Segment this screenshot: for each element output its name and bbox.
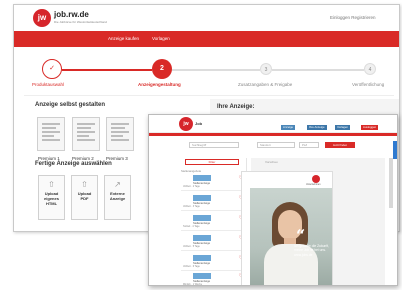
list-item[interactable]: Stellenanzeige Vollzeit · 2 Tage ♡ xyxy=(181,173,245,191)
brand-tagline: Die Jobbörse für Westmitteldeutschland xyxy=(54,20,107,24)
job-thumb xyxy=(193,235,211,241)
step-1-label: Produktauswahl xyxy=(32,82,65,87)
location-input[interactable]: Standort xyxy=(257,142,295,148)
accent-bar xyxy=(149,133,397,136)
quote-mark-icon: “ xyxy=(296,226,306,245)
company-logo-icon xyxy=(312,175,320,183)
upload-pdf-button[interactable]: ⇧ Upload PDF xyxy=(71,175,98,220)
brand-name: job.rw.de xyxy=(54,10,89,19)
side-tab[interactable] xyxy=(393,141,397,159)
job-ad-preview[interactable]: Unternehmen “ Ich gestalte die Zukunft, … xyxy=(241,171,333,285)
scrollbar[interactable] xyxy=(389,158,393,208)
top-nav-templates[interactable]: Vorlagen xyxy=(335,125,351,130)
step-3-indicator[interactable]: 3 xyxy=(260,63,272,75)
brand-logo-icon[interactable]: jw xyxy=(33,9,51,27)
step-3-label: Zusatzangaben & Freigabe xyxy=(238,82,293,87)
divider xyxy=(24,95,394,96)
upload-html-button[interactable]: ⇧ Upload eigenes HTML xyxy=(38,175,65,220)
nav-buy-ad[interactable]: Anzeige kaufen xyxy=(108,36,139,41)
list-item[interactable]: Stellenanzeige Teilzeit · 4 Tage ♡ xyxy=(181,213,245,231)
job-thumb xyxy=(193,273,211,279)
filter-button[interactable]: Filter xyxy=(185,159,239,165)
step-2-indicator[interactable]: 2 xyxy=(152,59,172,79)
company-name: Unternehmen xyxy=(306,183,321,186)
top-nav-your-ad[interactable]: Ihre Anzeige xyxy=(307,125,327,130)
ad-slogan: Ich gestalte die Zukunft, meine Job ist … xyxy=(294,244,330,257)
template-premium-3-thumb[interactable] xyxy=(106,117,134,151)
nav-templates[interactable]: Vorlagen xyxy=(152,36,170,41)
job-thumb xyxy=(193,195,211,201)
upload-icon: ⇧ xyxy=(81,180,88,189)
step-connector xyxy=(272,69,364,71)
screenshot-canvas: jw job.rw.de Die Jobbörse für Westmittel… xyxy=(0,0,402,290)
login-links[interactable]: Einloggen Registrieren xyxy=(330,15,376,20)
site-header: jw Job Anzeige Ihre Anzeige Vorlagen Aus… xyxy=(149,115,397,133)
main-nav-bar: Anzeige kaufen Vorlagen xyxy=(14,31,399,47)
brand-logo-icon[interactable]: jw xyxy=(179,117,193,131)
list-item[interactable]: Stellenanzeige Minijob · 1 Woche ♡ xyxy=(181,271,245,285)
template-premium-2-thumb[interactable] xyxy=(72,117,100,151)
top-nav-ad[interactable]: Anzeige xyxy=(281,125,296,130)
logout-button[interactable]: Ausloggen xyxy=(361,125,379,130)
list-item[interactable]: Stellenanzeige Vollzeit · 6 Tage ♡ xyxy=(181,253,245,271)
preview-label: Vorschau xyxy=(265,160,278,164)
design-yourself-heading: Anzeige selbst gestalten xyxy=(35,102,106,108)
search-button[interactable]: Jetzt finden xyxy=(325,142,355,148)
template-premium-1-thumb[interactable] xyxy=(37,117,65,151)
external-ad-button[interactable]: ↗ Externe Anzeige xyxy=(104,175,131,220)
choose-ready-ad-heading: Fertige Anzeige auswählen xyxy=(35,161,112,167)
search-input[interactable]: Suchbegriff xyxy=(189,142,239,148)
step-connector-done xyxy=(62,69,152,71)
job-thumb xyxy=(193,255,211,261)
ad-photo xyxy=(250,188,332,285)
your-ad-heading: Ihre Anzeige: xyxy=(217,104,255,110)
site-header: jw job.rw.de Die Jobbörse für Westmittel… xyxy=(14,5,399,29)
job-thumb xyxy=(193,215,211,221)
list-item[interactable]: Stellenanzeige Vollzeit · 3 Tage ♡ xyxy=(181,193,245,211)
list-item[interactable]: Stellenanzeige Vollzeit · 5 Tage ♡ xyxy=(181,233,245,251)
step-4-label: Veröffentlichung xyxy=(352,82,385,87)
upload-icon: ⇧ xyxy=(48,180,55,189)
step-1-check-icon[interactable]: ✓ xyxy=(42,59,62,79)
zip-input[interactable]: PLZ xyxy=(299,142,319,148)
job-search-window: jw Job Anzeige Ihre Anzeige Vorlagen Aus… xyxy=(148,114,398,286)
step-connector xyxy=(172,69,260,71)
step-2-label: Anzeigengestaltung xyxy=(138,82,181,87)
job-thumb xyxy=(193,175,211,181)
external-link-icon: ↗ xyxy=(114,180,121,189)
step-4-indicator[interactable]: 4 xyxy=(364,63,376,75)
brand-name: Job xyxy=(195,121,203,126)
